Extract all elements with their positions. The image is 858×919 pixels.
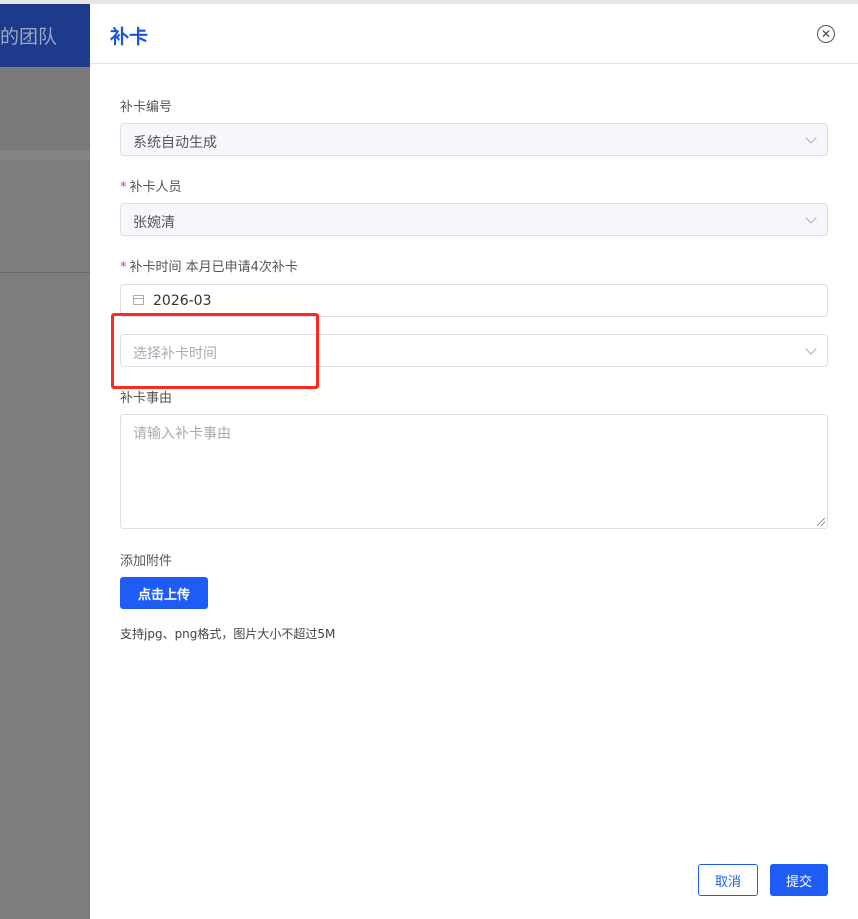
id-value: 系统自动生成	[133, 135, 217, 151]
reason-label: 补卡事由	[120, 391, 173, 406]
background-divider	[0, 272, 92, 273]
reason-textarea[interactable]: 请输入补卡事由	[120, 414, 828, 529]
background-strip	[0, 150, 92, 160]
month-picker[interactable]: 2026-03	[120, 284, 828, 317]
required-mark: *	[120, 260, 127, 275]
background-page-title: 的团队	[0, 26, 58, 48]
chevron-down-icon	[805, 343, 817, 355]
upload-button[interactable]: 点击上传	[120, 577, 208, 609]
attachment-label: 添加附件	[120, 554, 173, 569]
resize-handle-icon[interactable]	[817, 518, 825, 526]
chevron-down-icon	[805, 132, 817, 144]
drawer-header: 补卡 ✕	[90, 4, 858, 64]
time-placeholder: 选择补卡时间	[133, 346, 217, 362]
person-label: * 补卡人员	[120, 176, 182, 195]
cancel-button[interactable]: 取消	[698, 864, 758, 896]
required-mark: *	[120, 180, 127, 195]
time-label-text: 补卡时间 本月已申请4次补卡	[129, 260, 298, 275]
submit-button[interactable]: 提交	[770, 864, 828, 896]
background-row	[0, 68, 92, 152]
person-value: 张婉清	[133, 215, 175, 231]
time-label: * 补卡时间 本月已申请4次补卡	[120, 256, 298, 275]
id-select[interactable]: 系统自动生成	[120, 123, 828, 156]
makeup-punch-drawer: 补卡 ✕ 补卡编号 系统自动生成 * 补卡人员 张婉清 * 补卡时间 本月已申请4次…	[90, 4, 858, 919]
drawer-title: 补卡	[110, 26, 149, 48]
time-select[interactable]: 选择补卡时间	[120, 334, 828, 367]
id-label: 补卡编号	[120, 100, 173, 115]
person-select[interactable]: 张婉清	[120, 203, 828, 236]
close-icon[interactable]: ✕	[817, 25, 835, 43]
chevron-down-icon	[805, 212, 817, 224]
reason-placeholder: 请输入补卡事由	[133, 426, 231, 442]
calendar-icon	[133, 295, 144, 305]
upload-hint: 支持jpg、png格式，图片大小不超过5M	[120, 627, 336, 641]
month-value: 2026-03	[153, 293, 212, 309]
person-label-text: 补卡人员	[129, 180, 182, 195]
